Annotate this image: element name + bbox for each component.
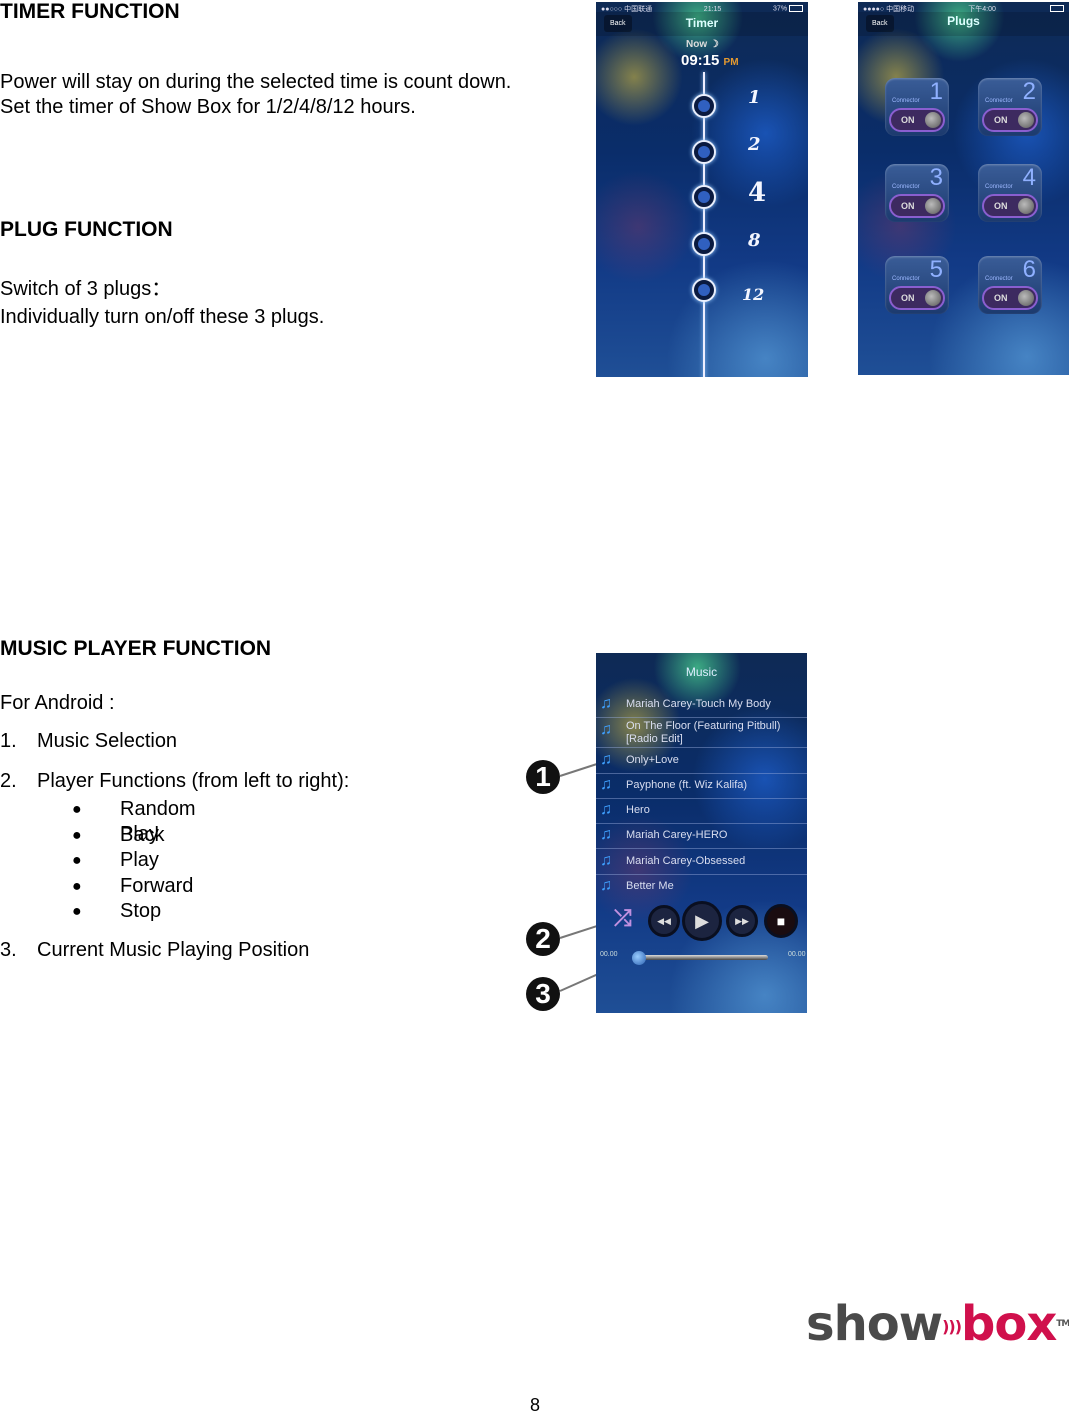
am-pm: PM [723, 57, 739, 68]
back-button[interactable]: ◀◀ [648, 905, 680, 937]
timer-option-4[interactable]: 4 [748, 178, 766, 208]
music-note-icon: ♫ [600, 776, 612, 793]
showbox-logo: show)))boxTM [806, 1296, 1069, 1352]
stop-button[interactable]: ■ [764, 904, 798, 938]
callout-arrow [559, 763, 597, 777]
plug-description: Switch of 3 plugs： Individually turn on/… [0, 275, 324, 331]
callout-2: 2 [526, 922, 560, 956]
music-note-icon: ♫ [600, 877, 612, 894]
song-item[interactable]: ♫ Mariah Carey-Obsessed [596, 849, 807, 875]
play-button[interactable]: ▶ [682, 901, 722, 941]
screen-title: Music [685, 665, 718, 679]
connector-card-1: Connector 1 ON [885, 78, 949, 136]
connector-toggle-4[interactable]: ON [982, 194, 1038, 218]
song-item[interactable]: ♫ Mariah Carey-HERO [596, 823, 807, 849]
callout-arrow [559, 924, 599, 939]
song-item[interactable]: ♫ Better Me [596, 874, 807, 899]
song-item[interactable]: ♫ Mariah Carey-Touch My Body [596, 692, 807, 718]
song-item[interactable]: ♫ Only+Love [596, 748, 807, 774]
music-item-3: 3. Current Music Playing Position [0, 939, 310, 961]
trademark: TM [1056, 1319, 1069, 1329]
timer-option-1[interactable]: 1 [748, 87, 761, 108]
connector-card-2: Connector 2 ON [978, 78, 1042, 136]
timer-line-2: Set the timer of Show Box for 1/2/4/8/12… [0, 96, 416, 118]
timer-option-dot[interactable] [692, 278, 716, 302]
timer-option-dot[interactable] [692, 94, 716, 118]
time-elapsed: 00.00 [600, 951, 618, 958]
music-note-icon: ♫ [600, 751, 612, 768]
music-platform: For Android : [0, 692, 115, 714]
callout-3: 3 [526, 977, 560, 1011]
plug-line-1: Switch of 3 plugs： [0, 278, 172, 300]
connector-card-5: Connector 5 ON [885, 256, 949, 314]
timer-option-dot[interactable] [692, 185, 716, 209]
callout-1: 1 [526, 760, 560, 794]
timer-screenshot: ●●○○○ 中国联通 21:15 37% Back Timer Now ☽ 09… [596, 2, 808, 377]
connector-toggle-3[interactable]: ON [889, 194, 945, 218]
plugs-screenshot: ●●●●○ 中国移动 下午4:00 Back Plugs Connector 1… [858, 2, 1069, 375]
nav-bar: Back Timer [596, 12, 808, 36]
timer-line-1: Power will stay on during the selected t… [0, 71, 512, 93]
music-note-icon: ♫ [600, 695, 612, 712]
timer-option-dot[interactable] [692, 232, 716, 256]
connector-toggle-1[interactable]: ON [889, 108, 945, 132]
timer-option-12[interactable]: 12 [742, 285, 764, 304]
connector-toggle-2[interactable]: ON [982, 108, 1038, 132]
music-note-icon: ♫ [600, 852, 612, 869]
timer-option-8[interactable]: 8 [748, 230, 761, 251]
time-total: 00.00 [788, 951, 806, 958]
music-item-2: 2. Player Functions (from left to right): [0, 770, 350, 792]
connector-card-6: Connector 6 ON [978, 256, 1042, 314]
music-screenshot: Music ♫ Mariah Carey-Touch My Body ♫ On Th… [596, 653, 807, 1013]
connector-card-3: Connector 3 ON [885, 164, 949, 222]
now-time: 09:15 PM [681, 52, 739, 69]
progress-track[interactable] [636, 955, 768, 960]
signal-waves-icon: ))) [942, 1317, 962, 1336]
music-item-1: 1. Music Selection [0, 730, 178, 752]
music-heading: MUSIC PLAYER FUNCTION [0, 637, 272, 660]
music-note-icon: ♫ [600, 801, 612, 818]
timer-description: Power will stay on during the selected t… [0, 70, 511, 120]
progress-thumb[interactable] [632, 951, 646, 965]
plug-line-2: Individually turn on/off these 3 plugs. [0, 306, 325, 328]
screen-title: Plugs [947, 14, 980, 28]
connector-card-4: Connector 4 ON [978, 164, 1042, 222]
now-label: Now ☽ [686, 39, 719, 50]
connector-toggle-5[interactable]: ON [889, 286, 945, 310]
song-item[interactable]: ♫ Hero [596, 798, 807, 824]
timer-heading: TIMER FUNCTION [0, 0, 180, 23]
shuffle-button[interactable]: ⤮ [614, 905, 632, 931]
song-item[interactable]: ♫ On The Floor (Featuring Pitbull) [Radio… [596, 718, 807, 748]
page-number: 8 [530, 1395, 541, 1415]
screen-title: Timer [685, 16, 719, 30]
forward-button[interactable]: ▶▶ [726, 905, 758, 937]
nav-bar: Back Plugs [858, 12, 1069, 36]
music-note-icon: ♫ [600, 721, 612, 738]
music-note-icon: ♫ [600, 826, 612, 843]
plug-heading: PLUG FUNCTION [0, 218, 173, 241]
song-item[interactable]: ♫ Payphone (ft. Wiz Kalifa) [596, 773, 807, 799]
connector-toggle-6[interactable]: ON [982, 286, 1038, 310]
timer-option-2[interactable]: 2 [748, 134, 761, 155]
timer-option-dot[interactable] [692, 140, 716, 164]
